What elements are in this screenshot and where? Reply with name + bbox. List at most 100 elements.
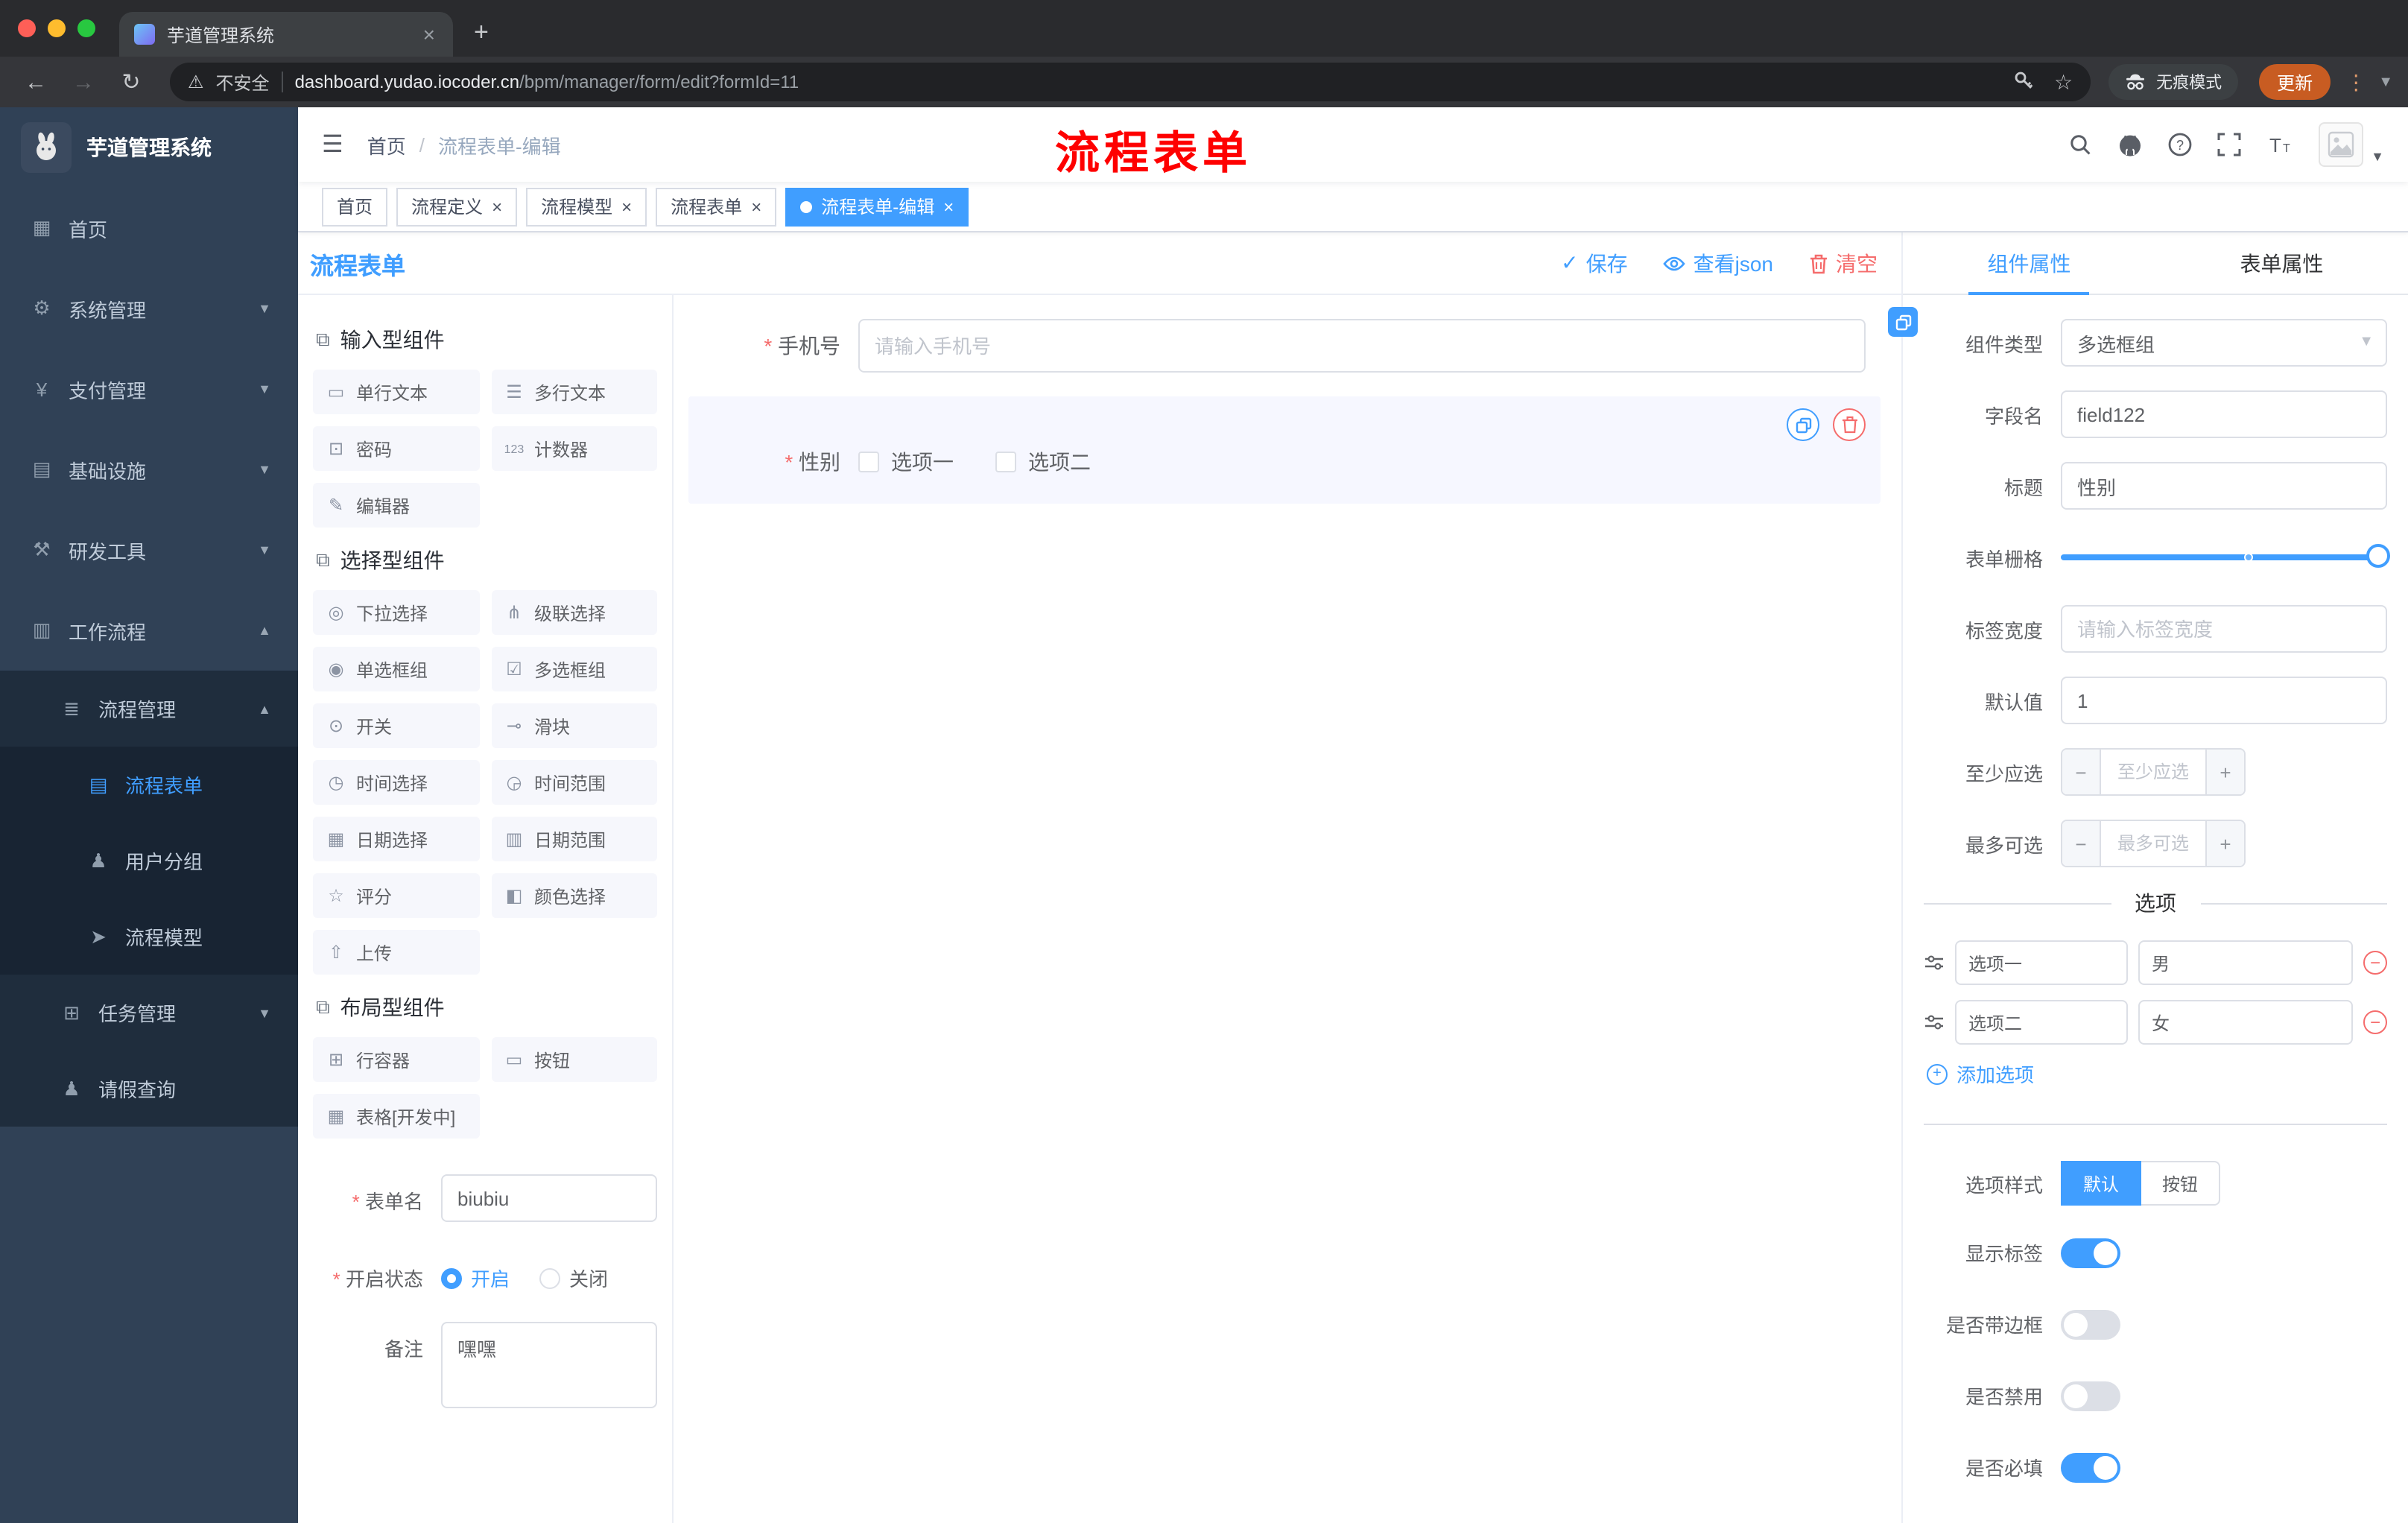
slider-track[interactable] bbox=[2061, 554, 2387, 560]
toolbar-chevron-down-icon[interactable]: ▼ bbox=[2378, 74, 2393, 90]
palette-item[interactable]: ▦ 表格[开发中] bbox=[313, 1094, 479, 1139]
title-input[interactable] bbox=[2061, 462, 2387, 510]
add-option-button[interactable]: + 添加选项 bbox=[1927, 1060, 2387, 1088]
breadcrumb-home[interactable]: 首页 bbox=[367, 130, 406, 159]
form-name-input[interactable] bbox=[441, 1174, 657, 1222]
decrease-icon[interactable]: − bbox=[2062, 750, 2101, 794]
sidebar-item[interactable]: ⚒ 研发工具 ▼ bbox=[0, 510, 298, 590]
option-label-input[interactable] bbox=[1955, 1000, 2128, 1045]
remove-option-icon[interactable]: − bbox=[2363, 1010, 2387, 1034]
address-bar[interactable]: ⚠ 不安全 dashboard.yudao.iocoder.cn/bpm/man… bbox=[170, 63, 2091, 101]
zoom-window-button[interactable] bbox=[77, 19, 95, 37]
component-type-select[interactable]: 多选框组 ▼ bbox=[2061, 319, 2387, 367]
increase-icon[interactable]: + bbox=[2205, 821, 2244, 866]
view-tab[interactable]: 流程表单-编辑 × bbox=[785, 187, 969, 226]
new-tab-button[interactable]: + bbox=[474, 18, 489, 48]
forward-icon[interactable]: → bbox=[63, 69, 104, 95]
browser-menu-icon[interactable]: ⋮ bbox=[2345, 69, 2366, 95]
avatar[interactable] bbox=[2319, 122, 2364, 167]
copy-component-button[interactable] bbox=[1787, 408, 1819, 441]
palette-item[interactable]: ◷ 时间选择 bbox=[313, 760, 479, 805]
label-width-input[interactable] bbox=[2061, 605, 2387, 653]
status-radio[interactable]: 开启 bbox=[441, 1264, 510, 1292]
checkbox-option[interactable]: 选项二 bbox=[995, 447, 1091, 477]
palette-item[interactable]: ☆ 评分 bbox=[313, 873, 479, 918]
delete-component-button[interactable] bbox=[1833, 408, 1866, 441]
close-icon[interactable]: × bbox=[492, 196, 502, 217]
option-style-button[interactable]: 默认 bbox=[2061, 1161, 2142, 1206]
minimize-window-button[interactable] bbox=[48, 19, 66, 37]
palette-item[interactable]: ◉ 单选框组 bbox=[313, 647, 479, 691]
option-value-input[interactable] bbox=[2138, 940, 2353, 985]
view-tab[interactable]: 流程定义 × bbox=[396, 187, 518, 226]
search-icon[interactable] bbox=[2068, 133, 2092, 156]
sidebar-item[interactable]: ♟ 用户分组 bbox=[0, 823, 298, 899]
close-icon[interactable]: × bbox=[751, 196, 761, 217]
toggle-switch[interactable] bbox=[2061, 1309, 2120, 1339]
key-icon[interactable] bbox=[2012, 69, 2033, 95]
palette-item[interactable]: ▭ 单行文本 bbox=[313, 370, 479, 414]
view-tab[interactable]: 首页 bbox=[322, 187, 388, 226]
menu-fold-icon[interactable]: ☰ bbox=[322, 130, 343, 159]
palette-item[interactable]: 123 计数器 bbox=[491, 426, 657, 471]
gender-field-row-selected[interactable]: 性别 选项一 bbox=[688, 396, 1881, 504]
back-icon[interactable]: ← bbox=[15, 69, 57, 95]
update-button[interactable]: 更新 bbox=[2259, 64, 2331, 100]
option-value-input[interactable] bbox=[2138, 1000, 2353, 1045]
decrease-icon[interactable]: − bbox=[2062, 821, 2101, 866]
palette-item[interactable]: ◎ 下拉选择 bbox=[313, 590, 479, 635]
palette-item[interactable]: ▭ 按钮 bbox=[491, 1037, 657, 1082]
help-icon[interactable]: ? bbox=[2168, 133, 2192, 156]
bookmark-star-icon[interactable]: ☆ bbox=[2054, 69, 2073, 95]
slider-handle[interactable] bbox=[2366, 544, 2390, 568]
palette-item[interactable]: ◧ 颜色选择 bbox=[491, 873, 657, 918]
min-select-input[interactable] bbox=[2101, 750, 2205, 794]
properties-tab[interactable]: 表单属性 bbox=[2155, 232, 2408, 294]
sidebar-item[interactable]: ▤ 基础设施 ▼ bbox=[0, 429, 298, 510]
phone-input[interactable] bbox=[858, 319, 1866, 373]
toggle-switch[interactable] bbox=[2061, 1452, 2120, 1482]
palette-item[interactable]: ⊙ 开关 bbox=[313, 703, 479, 748]
close-window-button[interactable] bbox=[18, 19, 36, 37]
font-size-icon[interactable]: TT bbox=[2266, 133, 2293, 156]
reload-icon[interactable]: ↻ bbox=[110, 69, 152, 95]
link-icon[interactable] bbox=[1888, 307, 1918, 337]
github-icon[interactable] bbox=[2117, 132, 2143, 157]
phone-field-row[interactable]: 手机号 bbox=[688, 316, 1881, 376]
palette-item[interactable]: ⇧ 上传 bbox=[313, 930, 479, 975]
palette-item[interactable]: ☑ 多选框组 bbox=[491, 647, 657, 691]
field-name-input[interactable] bbox=[2061, 390, 2387, 438]
toggle-switch[interactable] bbox=[2061, 1381, 2120, 1410]
option-label-input[interactable] bbox=[1955, 940, 2128, 985]
sidebar-item[interactable]: ▦ 首页 bbox=[0, 188, 298, 268]
remove-option-icon[interactable]: − bbox=[2363, 951, 2387, 975]
sidebar-item[interactable]: ⊞ 任务管理 ▼ bbox=[0, 975, 298, 1051]
form-remark-textarea[interactable] bbox=[441, 1322, 657, 1408]
clear-button[interactable]: 清空 bbox=[1809, 248, 1878, 278]
browser-tab[interactable]: 芋道管理系统 × bbox=[119, 12, 453, 57]
grid-slider[interactable] bbox=[2061, 533, 2390, 581]
drag-handle-icon[interactable] bbox=[1924, 1013, 1945, 1031]
close-icon[interactable]: × bbox=[943, 196, 954, 217]
palette-item[interactable]: ⊸ 滑块 bbox=[491, 703, 657, 748]
sidebar-item[interactable]: ¥ 支付管理 ▼ bbox=[0, 349, 298, 429]
fullscreen-icon[interactable] bbox=[2217, 133, 2241, 156]
close-icon[interactable]: × bbox=[621, 196, 632, 217]
sidebar-item[interactable]: ♟ 请假查询 bbox=[0, 1051, 298, 1127]
view-tab[interactable]: 流程表单 × bbox=[656, 187, 777, 226]
status-radio[interactable]: 关闭 bbox=[539, 1264, 608, 1292]
save-button[interactable]: ✓ 保存 bbox=[1561, 248, 1627, 278]
sidebar-item[interactable]: ▤ 流程表单 bbox=[0, 747, 298, 823]
drag-handle-icon[interactable] bbox=[1924, 954, 1945, 972]
palette-item[interactable]: ◶ 时间范围 bbox=[491, 760, 657, 805]
sidebar-item[interactable]: ⚙ 系统管理 ▼ bbox=[0, 268, 298, 349]
close-tab-icon[interactable]: × bbox=[420, 22, 438, 46]
palette-item[interactable]: ⊞ 行容器 bbox=[313, 1037, 479, 1082]
palette-item[interactable]: ⋔ 级联选择 bbox=[491, 590, 657, 635]
sidebar-item[interactable]: ≣ 流程管理 ▲ bbox=[0, 671, 298, 747]
view-tab[interactable]: 流程模型 × bbox=[526, 187, 647, 226]
palette-item[interactable]: ✎ 编辑器 bbox=[313, 483, 479, 528]
palette-item[interactable]: ▦ 日期选择 bbox=[313, 817, 479, 861]
palette-item[interactable]: ▥ 日期范围 bbox=[491, 817, 657, 861]
palette-item[interactable]: ⊡ 密码 bbox=[313, 426, 479, 471]
